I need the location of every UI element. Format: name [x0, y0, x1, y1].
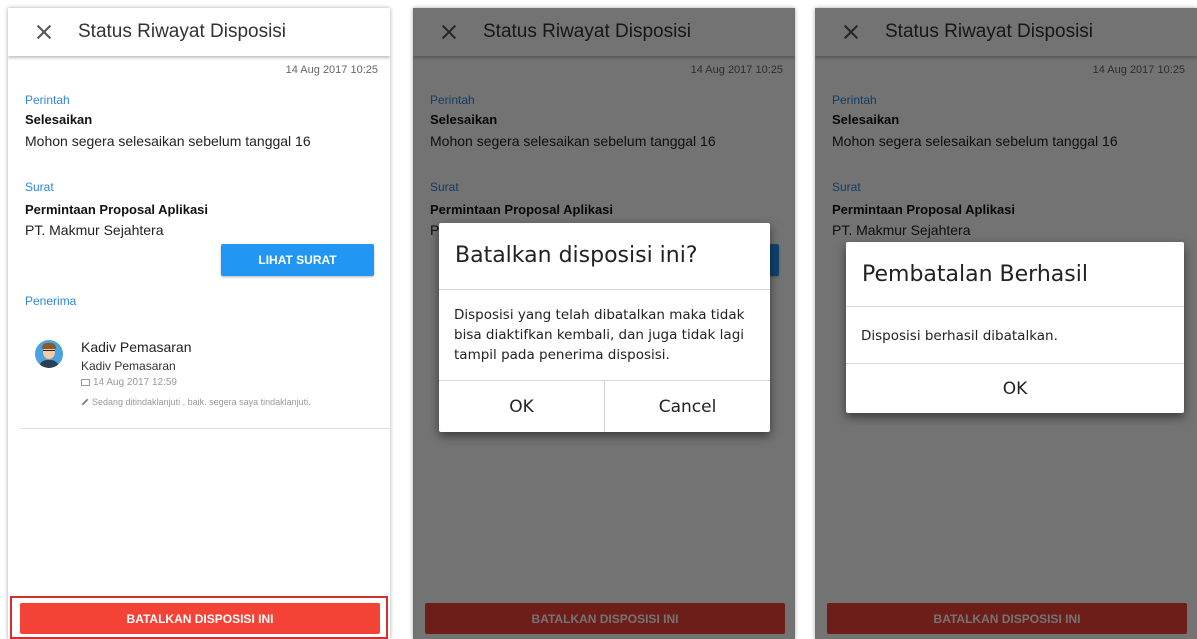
recipient-time: 14 Aug 2017 12:59	[81, 377, 177, 388]
surat-title: Permintaan Proposal Aplikasi	[25, 202, 209, 217]
penerima-label: Penerima	[25, 294, 77, 308]
recipient-time-text: 14 Aug 2017 12:59	[93, 377, 177, 388]
screen-success: Status Riwayat Disposisi 14 Aug 2017 10:…	[815, 8, 1197, 639]
dialog-title: Pembatalan Berhasil	[862, 262, 1088, 287]
dialog-title: Batalkan disposisi ini?	[455, 243, 698, 268]
perintah-value: Selesaikan	[25, 112, 93, 127]
dialog-message: Disposisi berhasil dibatalkan.	[861, 328, 1058, 344]
batalkan-disposisi-button[interactable]: BATALKAN DISPOSISI INI	[20, 603, 380, 634]
dialog-separator	[439, 289, 770, 290]
pencil-icon	[81, 398, 89, 406]
dialog-ok-button[interactable]: OK	[846, 364, 1184, 413]
surat-label: Surat	[25, 180, 54, 194]
close-icon[interactable]	[34, 22, 54, 42]
dialog-message: Disposisi yang telah dibatalkan maka tid…	[454, 307, 745, 363]
recipient-note: Sedang ditindaklanjuti , baik. segera sa…	[81, 397, 311, 407]
surat-company: PT. Makmur Sejahtera	[25, 222, 164, 238]
dialog-cancel-button[interactable]: Cancel	[605, 381, 770, 432]
mail-icon	[81, 379, 90, 386]
app-bar: Status Riwayat Disposisi	[8, 8, 390, 56]
avatar	[35, 340, 63, 368]
screen-confirm: Status Riwayat Disposisi 14 Aug 2017 10:…	[413, 8, 795, 639]
divider	[20, 428, 390, 429]
stage: Status Riwayat Disposisi 14 Aug 2017 10:…	[0, 0, 1197, 639]
screen-detail: Status Riwayat Disposisi 14 Aug 2017 10:…	[8, 8, 390, 639]
page-title: Status Riwayat Disposisi	[78, 21, 287, 42]
date-stamp: 14 Aug 2017 10:25	[285, 64, 378, 76]
success-dialog: Pembatalan Berhasil Disposisi berhasil d…	[846, 242, 1184, 413]
recipient-role: Kadiv Pemasaran	[81, 359, 176, 373]
dialog-ok-button[interactable]: OK	[439, 381, 604, 432]
confirm-dialog: Batalkan disposisi ini? Disposisi yang t…	[439, 223, 770, 432]
perintah-message: Mohon segera selesaikan sebelum tanggal …	[25, 133, 311, 149]
recipient-name: Kadiv Pemasaran	[81, 339, 192, 355]
recipient-note-text: Sedang ditindaklanjuti , baik. segera sa…	[92, 397, 311, 407]
dialog-separator	[846, 306, 1184, 307]
lihat-surat-button[interactable]: LIHAT SURAT	[221, 244, 374, 276]
perintah-label: Perintah	[25, 93, 70, 107]
